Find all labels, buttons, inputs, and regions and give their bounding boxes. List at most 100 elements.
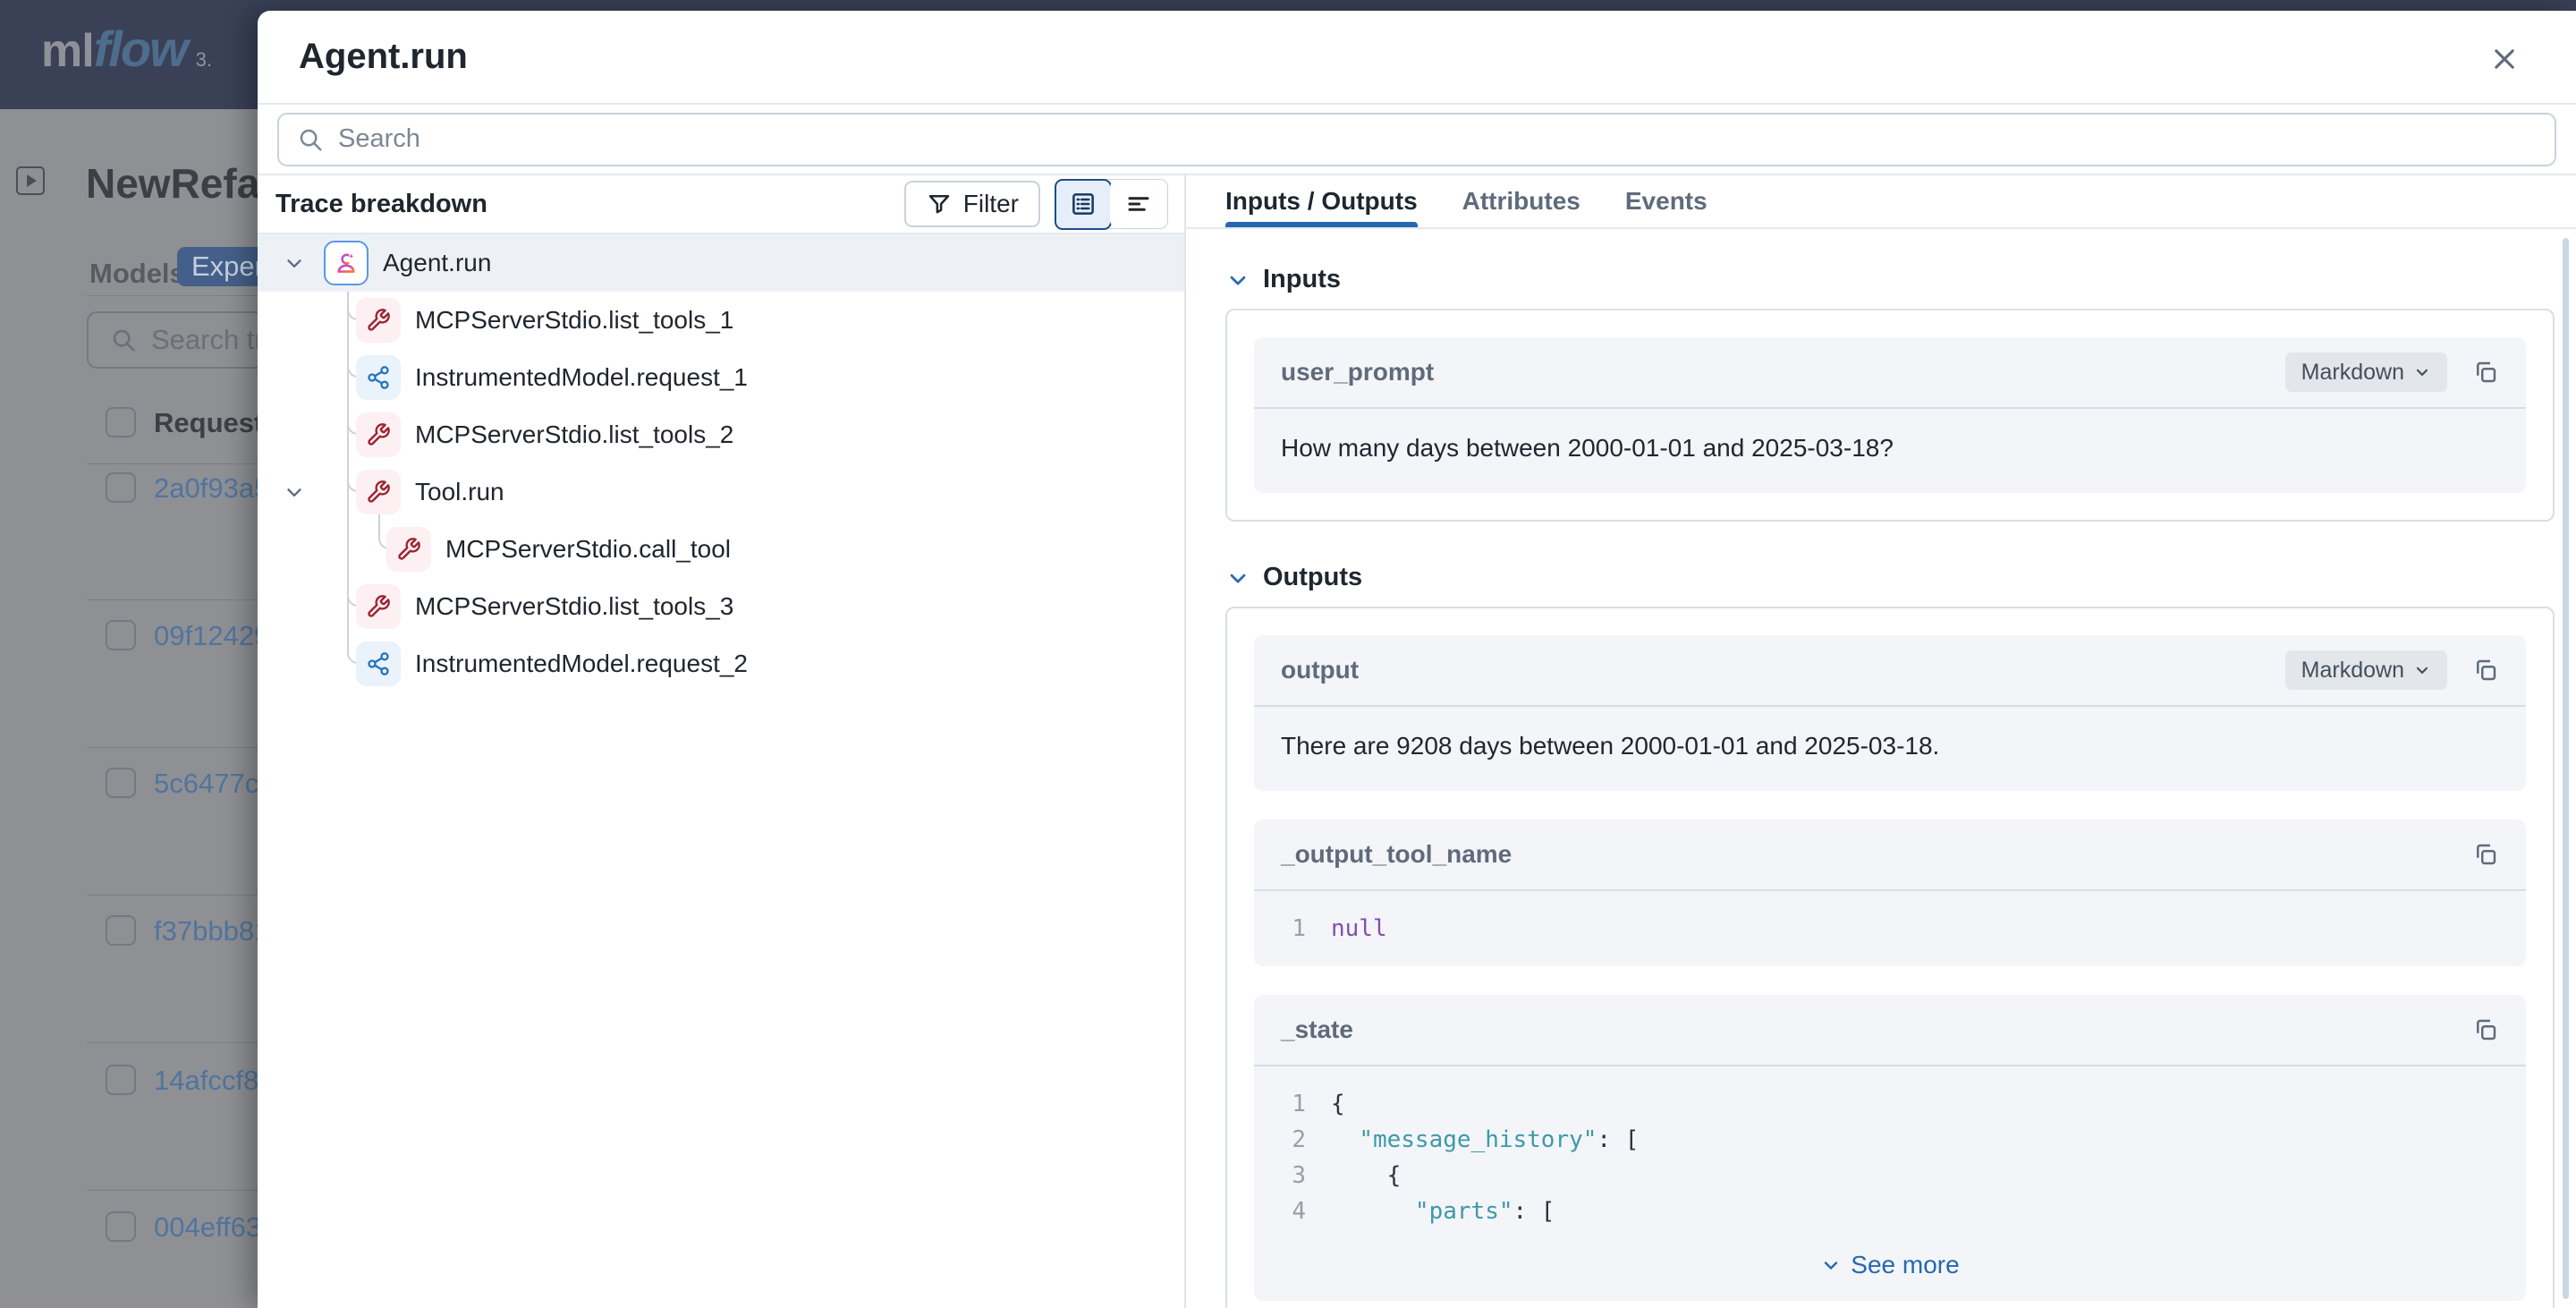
span-search-box[interactable] [277, 113, 2556, 166]
trace-link[interactable]: 004eff63 [154, 1211, 258, 1244]
timeline-view-toggle[interactable] [1110, 180, 1167, 228]
tree-item-request-1[interactable]: InstrumentedModel.request_1 [258, 349, 1184, 406]
inputs-card: user_prompt Markdown [1225, 309, 2555, 522]
divider [87, 1190, 258, 1191]
field-user-prompt: user_prompt Markdown [1254, 337, 2526, 493]
filter-button[interactable]: Filter [904, 181, 1040, 227]
span-label: MCPServerStdio.list_tools_1 [415, 306, 733, 335]
tab-events[interactable]: Events [1625, 175, 1707, 227]
tree-item-agent-run[interactable]: Agent.run [258, 234, 1184, 292]
code-line: 1{ [1281, 1086, 2499, 1122]
tree-item-call-tool[interactable]: MCPServerStdio.call_tool [258, 521, 1184, 578]
field-value: How many days between 2000-01-01 and 202… [1254, 409, 2526, 493]
screen: mlflow 3. NewRefac Models Experi Request… [0, 0, 2576, 1308]
chevron-down-icon [1225, 268, 1250, 293]
copy-icon [2472, 359, 2499, 386]
copy-button[interactable] [2472, 841, 2499, 868]
mlflow-logo[interactable]: mlflow 3. [41, 20, 212, 78]
trace-breakdown-panel: Trace breakdown Filter [258, 175, 1186, 1308]
list-view-icon [1070, 191, 1097, 217]
scrollbar[interactable] [2563, 238, 2569, 1299]
modal-title: Agent.run [299, 37, 468, 77]
field-name: _state [1281, 1015, 1353, 1044]
tree-item-list-tools-1[interactable]: MCPServerStdio.list_tools_1 [258, 292, 1184, 349]
experiment-title: NewRefac [86, 159, 258, 208]
span-label: MCPServerStdio.list_tools_2 [415, 420, 733, 449]
span-label: InstrumentedModel.request_2 [415, 650, 748, 678]
span-label: MCPServerStdio.list_tools_3 [415, 592, 733, 621]
chevron-down-icon [1820, 1254, 1842, 1276]
span-search-input[interactable] [338, 124, 2555, 154]
code-line: 2 "message_history": [ [1281, 1122, 2499, 1158]
tab-attributes[interactable]: Attributes [1462, 175, 1580, 227]
filter-label: Filter [963, 190, 1019, 218]
agent-sparkle-icon [324, 241, 369, 285]
copy-button[interactable] [2472, 1016, 2499, 1043]
search-traces-input[interactable] [151, 324, 258, 356]
tab-inputs-outputs[interactable]: Inputs / Outputs [1225, 175, 1418, 227]
code-line: 4 "parts": [ [1281, 1193, 2499, 1229]
request-column-header[interactable]: Request [154, 407, 258, 439]
copy-button[interactable] [2472, 657, 2499, 684]
detail-tabs: Inputs / Outputs Attributes Events [1186, 175, 2576, 229]
model-network-icon [356, 641, 401, 686]
wrench-icon [386, 527, 431, 572]
field-name: output [1281, 656, 1359, 684]
close-icon [2489, 44, 2520, 74]
detail-content: Inputs user_prompt Markdown [1186, 229, 2576, 1308]
wrench-icon [356, 470, 401, 514]
tree-item-list-tools-2[interactable]: MCPServerStdio.list_tools_2 [258, 406, 1184, 463]
timeline-view-icon [1125, 191, 1152, 217]
inputs-heading: Inputs [1263, 265, 1341, 294]
chevron-down-icon[interactable] [283, 480, 306, 510]
model-network-icon [356, 355, 401, 400]
copy-button[interactable] [2472, 359, 2499, 386]
tree-item-list-tools-3[interactable]: MCPServerStdio.list_tools_3 [258, 578, 1184, 635]
chevron-down-icon [2413, 363, 2431, 381]
renderer-select[interactable]: Markdown [2285, 650, 2447, 690]
outputs-section-header[interactable]: Outputs [1225, 563, 2555, 592]
outputs-heading: Outputs [1263, 563, 1362, 592]
chevron-down-icon [1225, 565, 1250, 590]
trace-link[interactable]: 2a0f93a5 [154, 472, 258, 505]
divider [87, 463, 258, 464]
close-button[interactable] [2485, 39, 2524, 79]
trace-modal: Agent.run Trace breakdown Filter [258, 11, 2576, 1308]
trace-link[interactable]: 09f12429 [154, 620, 258, 652]
renderer-select[interactable]: Markdown [2285, 352, 2447, 392]
tab-experiments[interactable]: Experi [177, 247, 258, 286]
field-name: _output_tool_name [1281, 840, 1512, 869]
select-all-checkbox[interactable] [106, 407, 136, 437]
trace-link[interactable]: f37bbb81 [154, 915, 258, 947]
search-icon [297, 126, 324, 153]
chevron-down-icon [2413, 661, 2431, 679]
wrench-icon [356, 412, 401, 457]
chevron-down-icon[interactable] [283, 251, 306, 281]
row-checkbox[interactable] [106, 1065, 136, 1095]
code-line: 1 null [1281, 911, 2499, 947]
tab-models[interactable]: Models [89, 258, 185, 290]
trace-link[interactable]: 14afccf8 [154, 1065, 258, 1097]
span-tree: Agent.run MCPServerStdio.list_tools_1 In… [258, 234, 1184, 1308]
search-traces-box[interactable] [87, 311, 258, 369]
row-checkbox[interactable] [106, 1211, 136, 1242]
copy-icon [2472, 657, 2499, 684]
outputs-card: output Markdown [1225, 607, 2555, 1308]
copy-icon [2472, 841, 2499, 868]
row-checkbox[interactable] [106, 620, 136, 650]
modal-search-row [258, 105, 2576, 175]
logo-version: 3. [196, 48, 212, 72]
divider [87, 895, 258, 896]
tree-item-request-2[interactable]: InstrumentedModel.request_2 [258, 635, 1184, 692]
inputs-section-header[interactable]: Inputs [1225, 265, 2555, 294]
row-checkbox[interactable] [106, 472, 136, 503]
divider [87, 599, 258, 600]
detail-view-toggle[interactable] [1055, 179, 1112, 230]
field-state: _state 1{ [1254, 995, 2526, 1301]
span-label: Tool.run [415, 478, 504, 506]
see-more-button[interactable]: See more [1254, 1236, 2526, 1301]
row-checkbox[interactable] [106, 915, 136, 946]
row-checkbox[interactable] [106, 768, 136, 798]
tree-item-tool-run[interactable]: Tool.run [258, 463, 1184, 521]
trace-link[interactable]: 5c6477c [154, 768, 258, 800]
